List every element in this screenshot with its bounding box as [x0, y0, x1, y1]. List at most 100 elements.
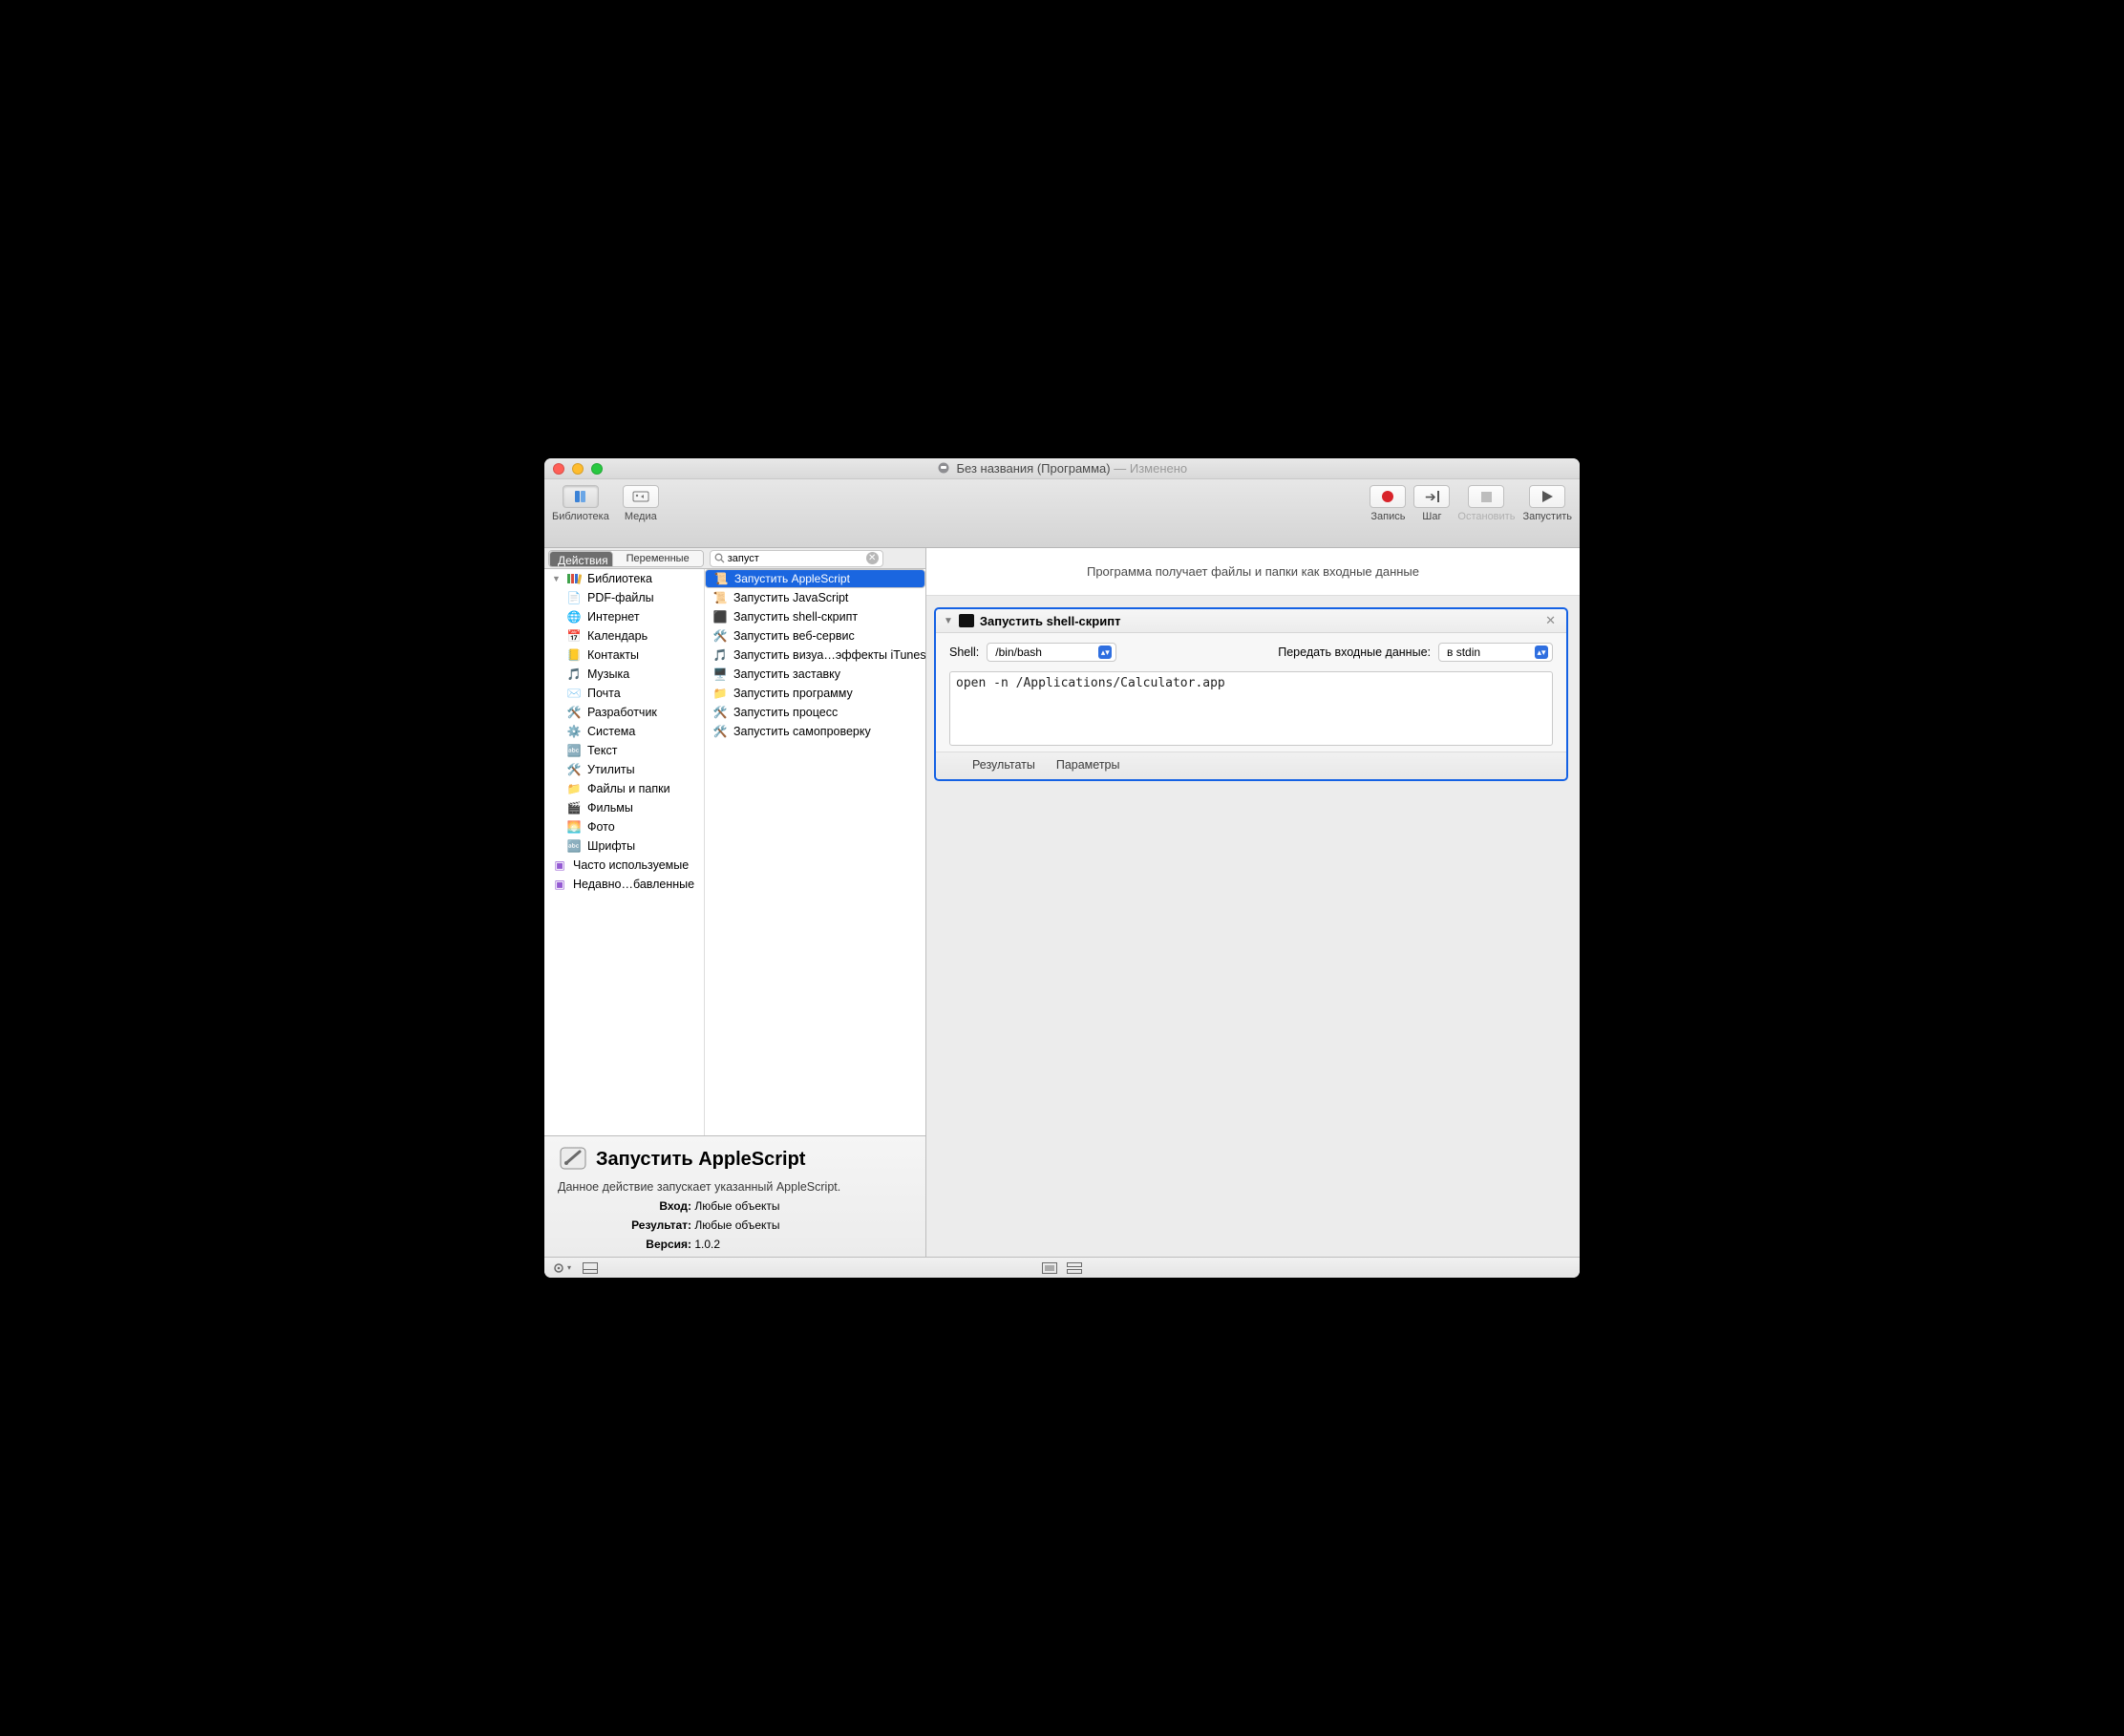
sidebar-item[interactable]: 🔤Текст — [544, 741, 704, 760]
pdf-icon: 📄 — [566, 590, 582, 605]
zoom-window-button[interactable] — [591, 463, 603, 475]
window-title: Без названия (Программа) — Изменено — [544, 461, 1580, 476]
status-bar: ▾ — [544, 1257, 1580, 1278]
step-button[interactable]: ➔ — [1413, 485, 1450, 508]
mail-icon: ✉️ — [566, 686, 582, 701]
remove-action-button[interactable]: ✕ — [1542, 613, 1559, 628]
library-root[interactable]: ▼ Библиотека — [544, 569, 704, 588]
smart-folder-icon: ▣ — [552, 857, 567, 873]
action-item[interactable]: 🖥️Запустить заставку — [705, 665, 925, 684]
sidebar-item[interactable]: 🔤Шрифты — [544, 836, 704, 856]
params-tab[interactable]: Параметры — [1056, 758, 1120, 772]
library-icon — [566, 571, 582, 586]
applescript-icon: 📜 — [713, 571, 729, 586]
sidebar-item[interactable]: 📁Файлы и папки — [544, 779, 704, 798]
sidebar-smart-item[interactable]: ▣Недавно…бавленные — [544, 875, 704, 894]
toggle-detail-button[interactable] — [583, 1262, 598, 1274]
developer-icon: 🛠️ — [566, 705, 582, 720]
javascript-icon: 📜 — [712, 590, 728, 605]
sidebar-item[interactable]: 🛠️Разработчик — [544, 703, 704, 722]
action-item[interactable]: 📜Запустить JavaScript — [705, 588, 925, 607]
close-window-button[interactable] — [553, 463, 564, 475]
smart-folder-icon: ▣ — [552, 877, 567, 892]
results-tab[interactable]: Результаты — [972, 758, 1035, 772]
toolbar-record-label: Запись — [1370, 511, 1405, 522]
sidebar-item[interactable]: 🌅Фото — [544, 817, 704, 836]
search-field-wrapper: ✕ — [710, 550, 883, 567]
search-input[interactable] — [728, 553, 863, 564]
itunes-icon: 🎵 — [712, 647, 728, 663]
toolbar-run-label: Запустить — [1522, 511, 1572, 522]
selftest-icon: 🛠️ — [712, 724, 728, 739]
sidebar-smart-item[interactable]: ▣Часто используемые — [544, 856, 704, 875]
detail-title: Запустить AppleScript — [558, 1144, 914, 1175]
sidebar-item[interactable]: 📅Календарь — [544, 626, 704, 646]
minimize-window-button[interactable] — [572, 463, 584, 475]
sidebar-item[interactable]: 📒Контакты — [544, 646, 704, 665]
terminal-icon: ⬛ — [712, 609, 728, 625]
detail-description: Данное действие запускает указанный Appl… — [558, 1180, 914, 1194]
music-icon: 🎵 — [566, 667, 582, 682]
sidebar-item[interactable]: ⚙️Система — [544, 722, 704, 741]
pass-input-select[interactable]: в stdin ▴▾ — [1438, 643, 1553, 662]
movies-icon: 🎬 — [566, 800, 582, 815]
action-item[interactable]: ⬛Запустить shell-скрипт — [705, 607, 925, 626]
sidebar-item[interactable]: 📄PDF-файлы — [544, 588, 704, 607]
category-list[interactable]: ▼ Библиотека 📄PDF-файлы 🌐Интернет 📅Кален… — [544, 569, 705, 1135]
sidebar-item[interactable]: ✉️Почта — [544, 684, 704, 703]
toolbar: Библиотека Медиа Запись ➔ Шаг — [544, 479, 1580, 548]
disclosure-triangle-icon[interactable]: ▼ — [944, 616, 953, 626]
media-button[interactable] — [623, 485, 659, 508]
process-icon: 🛠️ — [712, 705, 728, 720]
sidebar-item[interactable]: 🎵Музыка — [544, 665, 704, 684]
workflow-input-header: Программа получает файлы и папки как вхо… — [926, 548, 1580, 596]
automator-window: Без названия (Программа) — Изменено Библ… — [544, 458, 1580, 1278]
action-list[interactable]: 📜Запустить AppleScript 📜Запустить JavaSc… — [705, 569, 925, 1135]
flow-icon — [1067, 1262, 1082, 1274]
disclosure-triangle-icon[interactable]: ▼ — [552, 574, 561, 583]
search-icon — [714, 553, 725, 563]
chevron-down-icon: ▾ — [567, 1263, 571, 1272]
tab-actions[interactable]: Действия — [549, 551, 613, 567]
workflow-canvas[interactable]: Программа получает файлы и папки как вхо… — [926, 548, 1580, 1257]
shell-label: Shell: — [949, 646, 979, 659]
run-button[interactable] — [1529, 485, 1565, 508]
files-icon: 📁 — [566, 781, 582, 796]
action-item[interactable]: 📁Запустить программу — [705, 684, 925, 703]
tab-variables[interactable]: Переменные — [613, 551, 703, 566]
applescript-icon — [558, 1144, 588, 1175]
flow-view-button[interactable] — [1067, 1262, 1082, 1274]
record-button[interactable] — [1370, 485, 1406, 508]
photos-icon: 🌅 — [566, 819, 582, 835]
sidebar-item[interactable]: 🎬Фильмы — [544, 798, 704, 817]
actions-variables-segmented: Действия Переменные — [548, 550, 704, 567]
toggle-library-button[interactable] — [563, 485, 599, 508]
main-area: Действия Переменные ✕ ▼ — [544, 548, 1580, 1257]
sidebar-item[interactable]: 🛠️Утилиты — [544, 760, 704, 779]
shell-script-textarea[interactable]: open -n /Applications/Calculator.app — [949, 671, 1553, 746]
action-card-run-shell-script: ▼ Запустить shell-скрипт ✕ Shell: /bin/b… — [934, 607, 1568, 781]
utilities-icon: 🛠️ — [566, 762, 582, 777]
clear-search-button[interactable]: ✕ — [866, 552, 879, 564]
action-item[interactable]: 🛠️Запустить веб-сервис — [705, 626, 925, 646]
media-icon — [632, 490, 649, 503]
log-view-button[interactable] — [1042, 1262, 1057, 1274]
action-item[interactable]: 🛠️Запустить самопроверку — [705, 722, 925, 741]
gear-icon — [552, 1261, 565, 1275]
shell-select[interactable]: /bin/bash ▴▾ — [987, 643, 1116, 662]
sidebar-item[interactable]: 🌐Интернет — [544, 607, 704, 626]
action-item[interactable]: 🎵Запустить визуа…эффекты iTunes — [705, 646, 925, 665]
play-icon — [1542, 491, 1553, 502]
action-card-header[interactable]: ▼ Запустить shell-скрипт ✕ — [936, 609, 1566, 633]
action-item[interactable]: 🛠️Запустить процесс — [705, 703, 925, 722]
screensaver-icon: 🖥️ — [712, 667, 728, 682]
action-card-title: Запустить shell-скрипт — [980, 614, 1121, 628]
action-item[interactable]: 📜Запустить AppleScript — [705, 569, 925, 588]
app-icon: 📁 — [712, 686, 728, 701]
gear-menu-button[interactable]: ▾ — [552, 1261, 571, 1275]
window-title-text: Без названия (Программа) — [956, 461, 1110, 476]
stop-button[interactable] — [1468, 485, 1504, 508]
library-root-label: Библиотека — [587, 572, 652, 585]
panel-icon — [583, 1262, 598, 1274]
detail-result: Результат: Любые объекты — [558, 1218, 914, 1232]
